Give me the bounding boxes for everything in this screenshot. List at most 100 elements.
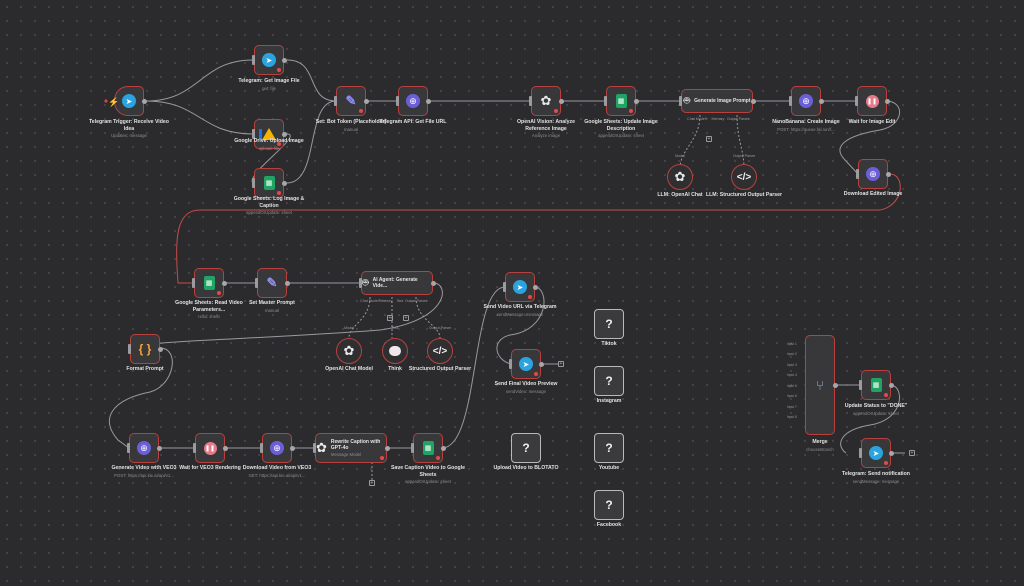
instagram-node[interactable]: ?: [594, 366, 624, 396]
output-handle[interactable]: [426, 98, 431, 104]
wait-veo3-rendering-node[interactable]: ❚❚: [193, 433, 228, 463]
add-memory-button[interactable]: +: [387, 315, 393, 321]
input-handle[interactable]: [359, 278, 362, 288]
merge-node[interactable]: ⑂: [805, 335, 838, 435]
error-indicator: [359, 109, 363, 113]
generate-image-prompt-node[interactable]: 🤖︎ Generate Image Prompt: [679, 89, 756, 113]
output-handle[interactable]: [833, 382, 838, 388]
telegram-get-file-url-node[interactable]: ⊕: [396, 86, 431, 116]
format-prompt-node[interactable]: { }: [128, 334, 163, 364]
output-handle[interactable]: [157, 445, 162, 451]
input-handle[interactable]: [334, 96, 337, 106]
telegram-get-file-url-label: Telegram API: Get File URL: [371, 119, 455, 126]
add-memory-button[interactable]: +: [706, 136, 712, 142]
sheets-read-parameters-node[interactable]: ▦: [192, 268, 227, 298]
input-handle[interactable]: [859, 448, 862, 458]
input-handle[interactable]: [252, 178, 255, 188]
telegram-trigger-label: Telegram Trigger: Receive Video Idea Upda…: [87, 119, 171, 138]
add-next-node-button[interactable]: +: [558, 361, 564, 367]
structured-output-parser-node[interactable]: </>: [427, 338, 453, 364]
input-handle[interactable]: [313, 443, 316, 453]
llm-structured-parser-node[interactable]: </>: [731, 164, 757, 190]
download-video-veo3-node[interactable]: ⊕: [260, 433, 295, 463]
wait-image-edit-node[interactable]: ❚❚: [855, 86, 890, 116]
input-handle[interactable]: [679, 96, 682, 106]
upload-blotato-node[interactable]: ?: [511, 433, 541, 463]
facebook-node[interactable]: ?: [594, 490, 624, 520]
output-handle[interactable]: [819, 98, 824, 104]
output-handle[interactable]: [889, 382, 894, 388]
input-handle[interactable]: [396, 96, 399, 106]
output-handle[interactable]: [889, 450, 894, 456]
input-handle[interactable]: [503, 282, 506, 292]
add-next-node-button[interactable]: +: [909, 450, 915, 456]
save-caption-sheets-node[interactable]: ▦: [411, 433, 446, 463]
output-handle[interactable]: [158, 346, 163, 352]
sheets-update-description-node[interactable]: ▦: [604, 86, 639, 116]
input-handle[interactable]: [192, 278, 195, 288]
rewrite-caption-node[interactable]: ✿ Rewrite Caption with GPT-4o Message Mod…: [313, 433, 390, 463]
download-edited-image-node[interactable]: ⊕: [856, 159, 891, 189]
output-handle[interactable]: [533, 284, 538, 290]
node-title: Telegram API: Get File URL: [379, 119, 447, 125]
input-handle[interactable]: [411, 443, 414, 453]
input-handle[interactable]: [252, 55, 255, 65]
input-handle[interactable]: [127, 443, 130, 453]
tiktok-node[interactable]: ?: [594, 309, 624, 339]
think-tool-node[interactable]: [382, 338, 408, 364]
nanobanana-create-image-node[interactable]: ⊕: [789, 86, 824, 116]
sheets-log-node[interactable]: ▦: [252, 168, 287, 198]
llm-openai-chat-node[interactable]: ✿: [667, 164, 693, 190]
generate-video-veo3-node[interactable]: ⊕: [127, 433, 162, 463]
node-title: Facebook: [596, 522, 622, 528]
node-title: Generate Image Prompt: [694, 98, 751, 104]
add-model-button[interactable]: +: [369, 480, 375, 486]
output-handle[interactable]: [364, 98, 369, 104]
output-handle[interactable]: [559, 98, 564, 104]
output-handle[interactable]: [222, 280, 227, 286]
set-bot-token-node[interactable]: ✎: [334, 86, 369, 116]
input-handle[interactable]: [193, 443, 196, 453]
input-handle[interactable]: [855, 96, 858, 106]
openai-vision-node[interactable]: ✿: [529, 86, 564, 116]
update-status-done-node[interactable]: ▦: [859, 370, 894, 400]
input-handle[interactable]: [604, 96, 607, 106]
input-handle[interactable]: [260, 443, 263, 453]
telegram-get-image-node[interactable]: ➤: [252, 45, 287, 75]
output-handle[interactable]: [282, 57, 287, 63]
output-handle[interactable]: [885, 98, 890, 104]
output-handle[interactable]: [431, 280, 436, 286]
output-handle[interactable]: [441, 445, 446, 451]
output-handle[interactable]: [886, 171, 891, 177]
input-handle[interactable]: [509, 359, 512, 369]
telegram-send-notification-node[interactable]: ➤: [859, 438, 894, 468]
input-handle[interactable]: [789, 96, 792, 106]
input-handle[interactable]: [128, 344, 131, 354]
output-handle[interactable]: [282, 131, 287, 137]
output-handle[interactable]: [285, 280, 290, 286]
output-handle[interactable]: [539, 361, 544, 367]
output-handle[interactable]: [751, 98, 756, 104]
output-handle[interactable]: [282, 180, 287, 186]
send-final-video-preview-node[interactable]: ➤: [509, 349, 544, 379]
output-handle[interactable]: [142, 98, 147, 104]
set-master-prompt-node[interactable]: ✎: [255, 268, 290, 298]
output-handle[interactable]: [290, 445, 295, 451]
node-subtitle: appendOrUpdate: sheet: [246, 210, 292, 215]
input-handle[interactable]: [856, 169, 859, 179]
input-handle[interactable]: [859, 380, 862, 390]
error-indicator: [380, 456, 384, 460]
input-handle[interactable]: [255, 278, 258, 288]
node-title: OpenAI Vision: Analyze Reference Image: [517, 119, 575, 132]
output-handle[interactable]: [634, 98, 639, 104]
node-subtitle: read: sheet: [198, 314, 220, 319]
output-handle[interactable]: [385, 445, 390, 451]
send-video-url-node[interactable]: ➤: [503, 272, 538, 302]
ai-agent-generate-video-node[interactable]: 🤖︎ AI Agent: Generate Vide...: [359, 271, 436, 295]
add-tool-button[interactable]: +: [403, 315, 409, 321]
youtube-node[interactable]: ?: [594, 433, 624, 463]
telegram-trigger-node[interactable]: ⚡ ➤: [108, 86, 147, 116]
output-handle[interactable]: [223, 445, 228, 451]
input-handle[interactable]: [529, 96, 532, 106]
openai-chat-model-node[interactable]: ✿: [336, 338, 362, 364]
